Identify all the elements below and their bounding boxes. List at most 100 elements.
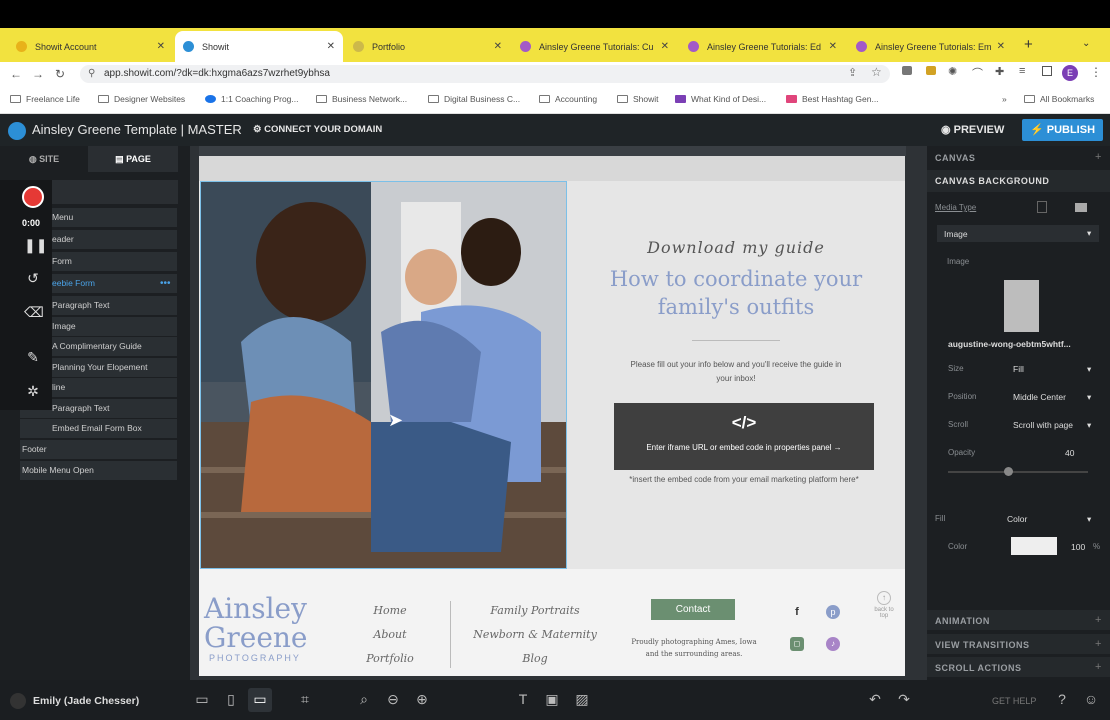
tab-site[interactable]: ◍ SITE xyxy=(0,146,88,172)
bookmark-accounting[interactable]: Accounting xyxy=(539,94,597,104)
extension-icon[interactable] xyxy=(926,66,936,75)
tab-showit[interactable]: Showit ✕ xyxy=(175,31,343,62)
tab-showit-account[interactable]: Showit Account ✕ xyxy=(8,31,173,62)
mobile-view-icon[interactable] xyxy=(1037,201,1047,213)
bookmark-what-kind[interactable]: What Kind of Desi... xyxy=(675,94,766,104)
color-opacity-input[interactable]: 100 xyxy=(1071,542,1085,552)
bookmark-coaching[interactable]: 1:1 Coaching Prog... xyxy=(205,94,299,104)
fill-select[interactable]: Color xyxy=(1007,514,1027,524)
install-icon[interactable]: ⇪ xyxy=(848,66,857,79)
tab-tutorials-ed[interactable]: Ainsley Greene Tutorials: Ed ✕ xyxy=(680,31,845,62)
canvas-section-header[interactable]: CANVAS xyxy=(935,153,975,163)
tab-list-chevron-icon[interactable]: ⌄ xyxy=(1082,38,1090,49)
user-name[interactable]: Emily (Jade Chesser) xyxy=(33,695,139,707)
bookmark-business-network[interactable]: Business Network... xyxy=(316,94,407,104)
footer-section[interactable]: Ainsley Greene PHOTOGRAPHY Home About Po… xyxy=(199,569,905,676)
preview-button[interactable]: ◉ PREVIEW xyxy=(941,123,1004,136)
image-thumbnail[interactable] xyxy=(1004,280,1039,332)
site-info-icon[interactable]: ⚲ xyxy=(88,65,95,83)
close-icon[interactable]: ✕ xyxy=(661,41,669,52)
back-to-top-link[interactable]: ↑ back to top xyxy=(874,591,894,619)
redo-icon[interactable]: ↷ xyxy=(895,691,913,708)
forward-arrow-icon[interactable]: → xyxy=(27,67,49,81)
add-text-icon[interactable]: T xyxy=(514,691,532,707)
bookmark-digital-business[interactable]: Digital Business C... xyxy=(428,94,520,104)
footer-link-portfolio[interactable]: Portfolio xyxy=(360,652,420,665)
layer-mobile-menu-open[interactable]: Mobile Menu Open xyxy=(20,461,177,480)
camera-extension-icon[interactable] xyxy=(902,66,912,75)
embed-form-box[interactable]: </> Enter iframe URL or embed code in pr… xyxy=(614,403,874,470)
layer-footer[interactable]: Footer xyxy=(20,440,177,459)
trash-icon[interactable]: ⌫ xyxy=(24,304,44,321)
get-help-link[interactable]: GET HELP xyxy=(992,696,1036,706)
close-icon[interactable]: ✕ xyxy=(829,41,837,52)
footer-link-home[interactable]: Home xyxy=(360,604,420,617)
tab-tutorials-em[interactable]: Ainsley Greene Tutorials: Em ✕ xyxy=(848,31,1013,62)
help-icon[interactable]: ? xyxy=(1053,691,1071,707)
pause-icon[interactable]: ❚❚ xyxy=(24,237,47,254)
plus-icon[interactable]: + xyxy=(1095,638,1101,650)
bookmark-showit[interactable]: Showit xyxy=(617,94,659,104)
more-options-icon[interactable]: ••• xyxy=(160,278,171,289)
opacity-input[interactable]: 40 xyxy=(1065,448,1074,458)
zoom-fit-icon[interactable]: ⌕ xyxy=(355,691,373,708)
bookmark-hashtag[interactable]: Best Hashtag Gen... xyxy=(786,94,879,104)
restart-icon[interactable]: ↺ xyxy=(24,270,42,287)
add-image-icon[interactable]: ▨ xyxy=(573,691,591,708)
footer-link-about[interactable]: About xyxy=(360,628,420,641)
gear-extension-icon[interactable]: ✺ xyxy=(948,65,957,78)
browser-menu-icon[interactable]: ⋮ xyxy=(1090,65,1102,79)
tab-page[interactable]: ▤ PAGE xyxy=(88,146,178,172)
scroll-actions-header[interactable]: SCROLL ACTIONS xyxy=(935,663,1022,673)
close-icon[interactable]: ✕ xyxy=(997,41,1005,52)
zoom-out-icon[interactable]: ⊖ xyxy=(384,691,402,708)
reading-list-icon[interactable]: ≡ xyxy=(1019,65,1025,77)
footer-link-newborn-maternity[interactable]: Newborn & Maternity xyxy=(445,628,625,641)
effects-icon[interactable]: ✲ xyxy=(24,383,42,400)
tab-tutorials-cu[interactable]: Ainsley Greene Tutorials: Cu ✕ xyxy=(512,31,677,62)
tablet-view-icon[interactable]: ▭ xyxy=(193,691,211,708)
user-account-icon[interactable]: ☺ xyxy=(1082,691,1100,707)
close-icon[interactable]: ✕ xyxy=(157,41,165,52)
new-tab-button[interactable]: + xyxy=(1024,36,1033,53)
stop-record-button[interactable] xyxy=(22,186,44,208)
side-panel-icon[interactable] xyxy=(1042,66,1052,76)
user-avatar[interactable] xyxy=(10,693,26,709)
profile-avatar[interactable]: E xyxy=(1062,65,1078,81)
animation-header[interactable]: ANIMATION xyxy=(935,616,990,626)
pen-icon[interactable]: ✎ xyxy=(24,349,42,366)
bookmark-designer-websites[interactable]: Designer Websites xyxy=(98,94,185,104)
view-transitions-header[interactable]: VIEW TRANSITIONS xyxy=(935,640,1030,650)
more-bookmarks-icon[interactable]: » xyxy=(1002,94,1007,104)
tab-portfolio[interactable]: Portfolio ✕ xyxy=(345,31,510,62)
contact-button[interactable]: Contact xyxy=(651,599,735,620)
all-bookmarks[interactable]: All Bookmarks xyxy=(1024,94,1094,104)
plus-icon[interactable]: + xyxy=(1095,151,1101,163)
color-swatch[interactable] xyxy=(1011,537,1057,555)
instagram-icon[interactable]: ◻ xyxy=(790,637,804,651)
family-photo[interactable] xyxy=(200,181,567,569)
opacity-slider-track[interactable] xyxy=(948,471,1088,473)
freebie-form-section[interactable]: Download my guide How to coordinate your… xyxy=(567,181,905,569)
footer-link-blog[interactable]: Blog xyxy=(495,652,575,665)
size-select[interactable]: Fill xyxy=(1013,364,1024,374)
add-shape-icon[interactable]: ▣ xyxy=(543,691,561,708)
layer-embed-email-form[interactable]: Embed Email Form Box xyxy=(20,419,177,438)
back-arrow-icon[interactable]: ← xyxy=(5,67,27,81)
mobile-view-icon[interactable]: ▯ xyxy=(222,691,240,708)
bookmark-freelance-life[interactable]: Freelance Life xyxy=(10,94,80,104)
canvas-background-header[interactable]: CANVAS BACKGROUND xyxy=(935,176,1049,186)
crop-icon[interactable]: ⌗ xyxy=(296,691,314,708)
plus-icon[interactable]: + xyxy=(1095,614,1101,626)
desktop-view-icon[interactable] xyxy=(1075,203,1087,212)
undo-icon[interactable]: ↶ xyxy=(866,691,884,708)
scroll-select[interactable]: Scroll with page xyxy=(1013,420,1073,430)
tiktok-icon[interactable]: ♪ xyxy=(826,637,840,651)
header-section[interactable] xyxy=(199,156,905,181)
plus-icon[interactable]: + xyxy=(1095,661,1101,673)
facebook-icon[interactable]: f xyxy=(790,605,804,619)
publish-button[interactable]: ⚡ PUBLISH xyxy=(1022,119,1103,141)
connect-domain-button[interactable]: ⚙ CONNECT YOUR DOMAIN xyxy=(253,124,382,135)
puzzle-extension-icon[interactable]: ✚ xyxy=(995,65,1004,78)
reload-icon[interactable]: ↻ xyxy=(49,67,71,81)
